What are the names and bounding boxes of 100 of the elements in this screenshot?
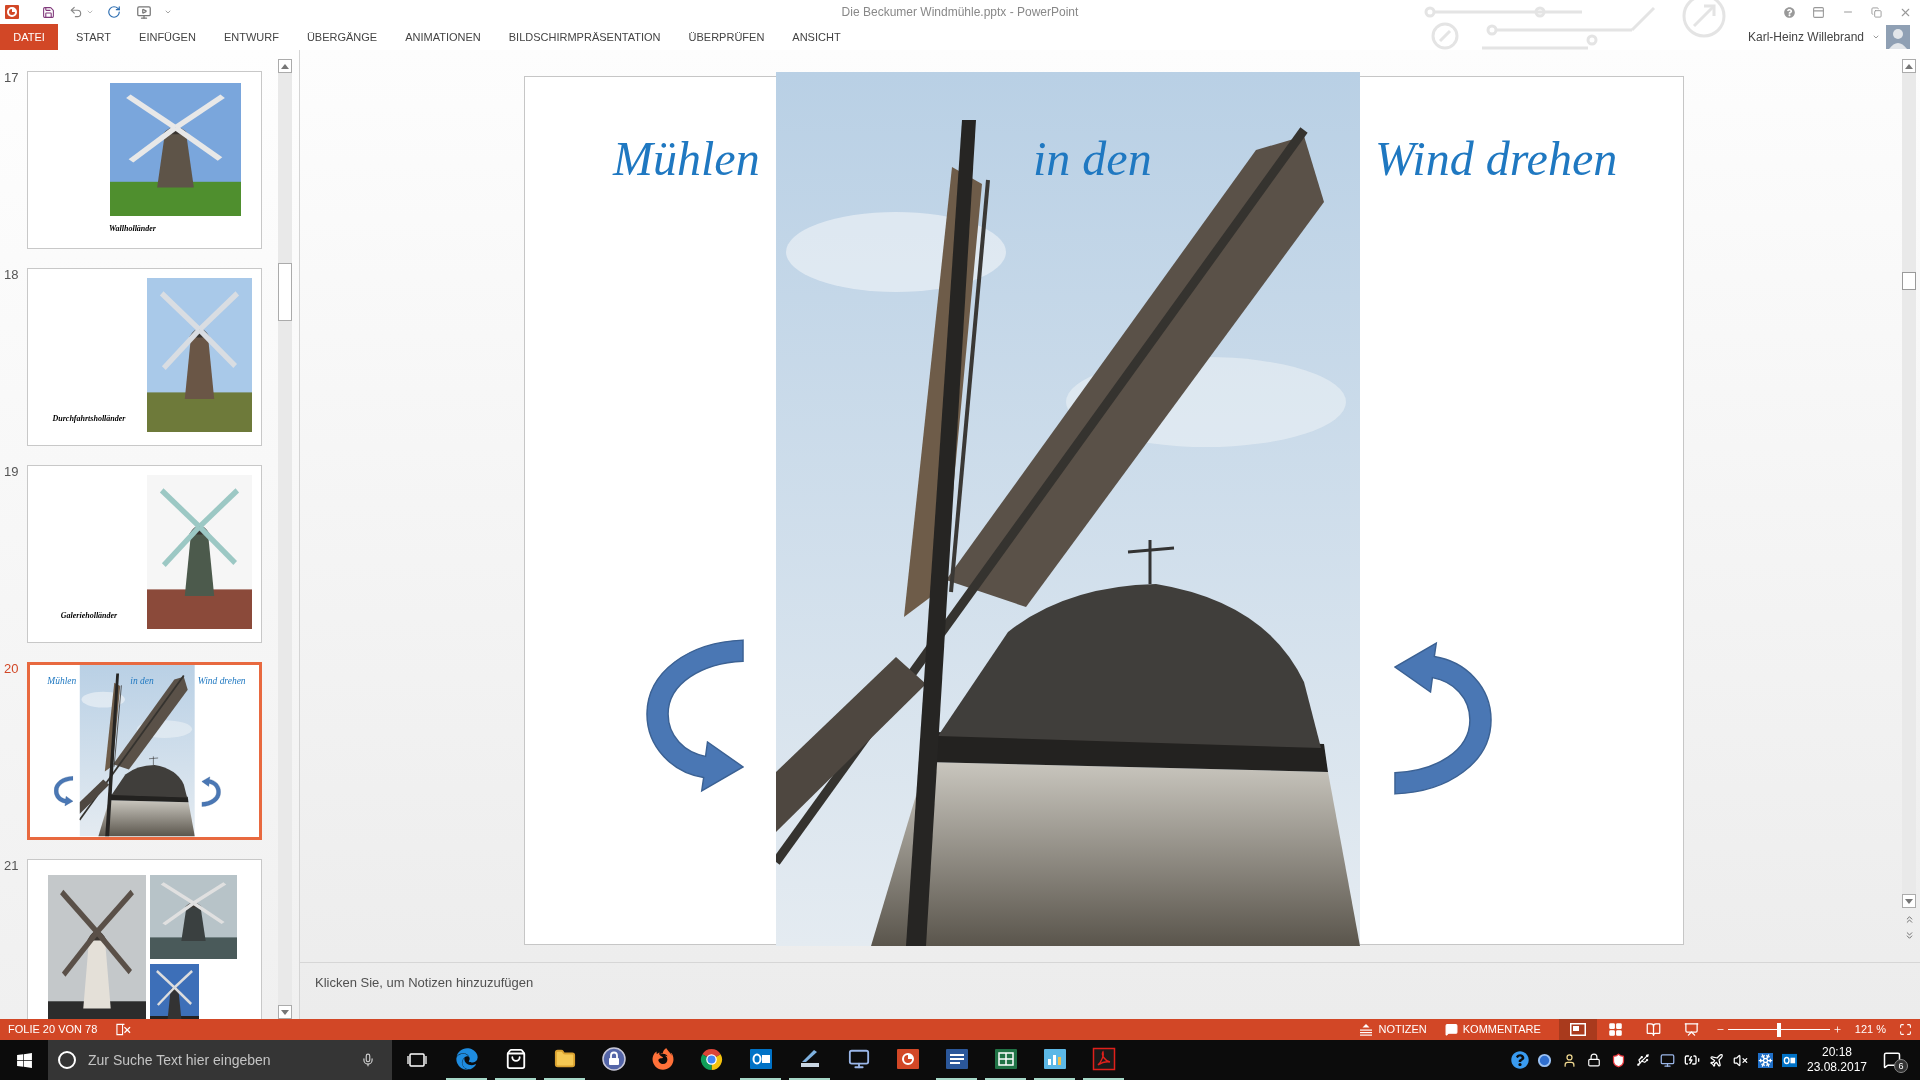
slide-text: in den [1033, 135, 1152, 183]
ribbon-tab[interactable]: BILDSCHIRMPRÄSENTATION [494, 24, 675, 50]
slide-text: Wind drehen [197, 676, 246, 686]
message-icon[interactable] [1883, 1051, 1901, 1069]
scroll-up-button[interactable] [278, 59, 292, 73]
zoom-percentage[interactable]: 121 % [1854, 1021, 1886, 1038]
scroll-up-button[interactable] [1902, 59, 1916, 73]
notes-icon [1360, 1023, 1373, 1036]
network-computer-icon[interactable] [1659, 1052, 1675, 1068]
fit-to-window-icon[interactable] [1899, 1023, 1912, 1036]
ribbon-tab[interactable]: START [62, 24, 126, 50]
normal-view-button[interactable] [1558, 1019, 1597, 1040]
microphone-icon[interactable] [361, 1052, 375, 1068]
globe-logo-icon [651, 1048, 674, 1070]
zoom-in-icon[interactable] [1832, 1025, 1842, 1034]
slide-caption: Wallholländer [109, 225, 156, 233]
folder-icon [552, 1048, 577, 1070]
ring-icon [57, 1050, 77, 1070]
battery-icon[interactable] [1683, 1052, 1700, 1068]
windmill-drawing [150, 964, 199, 1019]
account-button[interactable]: Karl-Heinz Willebrand [1747, 28, 1880, 46]
swirl-square-icon [1091, 1047, 1116, 1071]
save-icon[interactable] [42, 5, 55, 19]
start-icon[interactable] [15, 1051, 33, 1069]
scrollbar-thumb[interactable] [1902, 272, 1916, 290]
task-view-icon[interactable] [407, 1052, 427, 1068]
curved-arrow [201, 776, 221, 807]
e-logo-icon [455, 1048, 478, 1070]
slide-number: 17 [4, 71, 20, 87]
mail-tile-icon [748, 1047, 773, 1071]
ribbon-tab[interactable]: ÜBERPRÜFEN [674, 24, 779, 50]
slide-caption: Galerieholländer [60, 612, 118, 620]
comment-icon [1444, 1023, 1458, 1036]
slide-number: 18 [4, 268, 20, 284]
slide-caption: Durchfahrtsholländer [52, 415, 126, 423]
zoom-slider[interactable] [1727, 1022, 1830, 1037]
present-icon[interactable] [136, 4, 152, 20]
caret-icon [1872, 33, 1880, 41]
open-book-icon [1646, 1022, 1662, 1037]
person-icon[interactable] [1561, 1052, 1577, 1068]
help-icon[interactable] [1511, 1051, 1530, 1069]
document-tile-icon [944, 1047, 969, 1071]
caret-down-icon [281, 1009, 289, 1015]
ribbon-tab[interactable]: ÜBERGÄNGE [292, 24, 392, 50]
airplane-icon[interactable] [1708, 1052, 1724, 1068]
presentation-tile-icon [895, 1047, 920, 1071]
chart-window-icon [1042, 1047, 1067, 1071]
zoom-slider-thumb[interactable] [1776, 1022, 1781, 1037]
shield-icon[interactable] [1610, 1052, 1626, 1068]
snowflake-icon[interactable] [1757, 1052, 1773, 1068]
repeat-icon[interactable] [107, 5, 121, 19]
mail-tile-icon[interactable] [1782, 1052, 1798, 1068]
ribbon-display-icon[interactable] [1812, 5, 1825, 19]
slide-text: Mühlen [613, 135, 760, 183]
clock-time[interactable]: 20:18 [1822, 1045, 1852, 1060]
normal-view-icon [1569, 1023, 1586, 1036]
app-logo-icon [5, 5, 19, 19]
mute-icon[interactable] [1733, 1052, 1749, 1068]
shopping-bag-icon [504, 1048, 527, 1070]
scroll-down-button[interactable] [278, 1005, 292, 1019]
undo-icon[interactable] [69, 5, 83, 19]
notification-badge: 6 [1894, 1059, 1908, 1073]
caret-down-icon [1905, 898, 1913, 904]
caret-up-icon [1905, 63, 1913, 69]
padlock-icon [601, 1047, 626, 1071]
projector-screen-icon [1684, 1022, 1700, 1037]
slide-thumbnail[interactable] [27, 859, 262, 1019]
caret-up-icon [281, 63, 289, 69]
slide-number: 20 [4, 662, 20, 678]
ribbon-tab[interactable]: ANIMATIONEN [391, 24, 495, 50]
slide-thumbnail[interactable]: Galerieholländer [27, 465, 262, 643]
ribbon-tab[interactable]: ANSICHT [778, 24, 855, 50]
lock-icon[interactable] [1586, 1053, 1601, 1067]
slide-thumbnail[interactable]: Mühlen in den Wind drehen [27, 662, 262, 840]
ribbon-tab[interactable]: ENTWURF [209, 24, 293, 50]
usb-icon[interactable] [1635, 1053, 1650, 1067]
scrollbar-thumb[interactable] [278, 263, 292, 321]
slide-number: 19 [4, 465, 20, 481]
window-title: Die Beckumer Windmühle.pptx - PowerPoint [841, 4, 1079, 21]
file-tab[interactable]: DATEI [0, 24, 58, 50]
ring-icon[interactable] [1537, 1052, 1553, 1068]
network-computer-icon [847, 1048, 870, 1070]
search-field[interactable]: Zur Suche Text hier eingeben [48, 1040, 392, 1080]
wheel-logo-icon [700, 1047, 723, 1071]
book-error-icon[interactable] [116, 1023, 132, 1036]
ribbon-tab[interactable]: EINFÜGEN [125, 24, 210, 50]
slide-text: in den [130, 676, 154, 686]
comments-button[interactable]: KOMMENTARE [1444, 1019, 1541, 1040]
slide-thumbnail[interactable]: Durchfahrtsholländer [27, 268, 262, 446]
clock-date[interactable]: 23.08.2017 [1806, 1060, 1868, 1075]
slide-counter: FOLIE 20 VON 78 [8, 1022, 98, 1038]
spreadsheet-tile-icon [993, 1047, 1018, 1071]
curved-arrow [53, 775, 74, 807]
slide-number: 21 [4, 859, 20, 875]
slide-text: Mühlen [47, 676, 77, 686]
notes-button[interactable]: NOTIZEN [1360, 1019, 1427, 1040]
scroll-down-button[interactable] [1902, 894, 1916, 908]
grid-icon [1608, 1022, 1624, 1037]
slide-thumbnail[interactable]: Wallholländer [27, 71, 262, 249]
slide-text: Wind drehen [1375, 135, 1618, 183]
